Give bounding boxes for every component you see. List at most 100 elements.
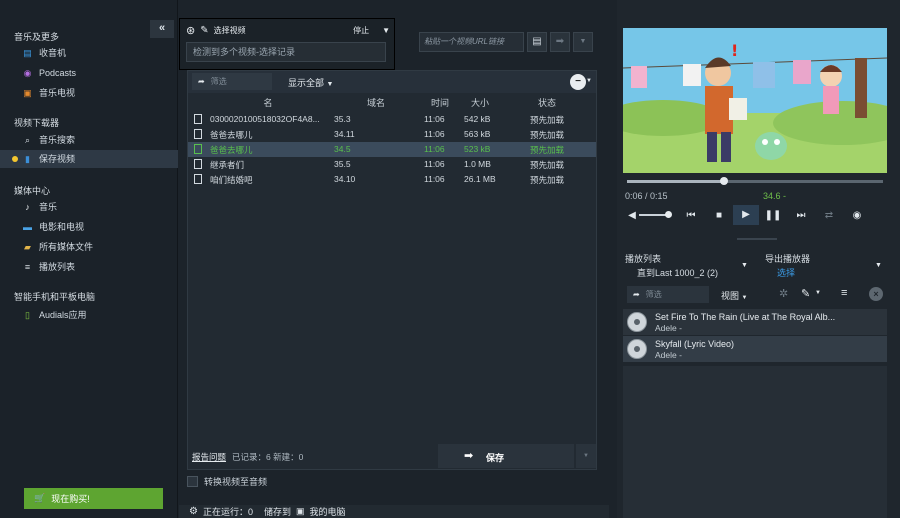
play-button[interactable]: ▶ <box>733 205 759 225</box>
show-all-dropdown[interactable]: 显示全部 ▼ <box>288 76 333 89</box>
convert-checkbox[interactable] <box>187 476 198 487</box>
eye-icon[interactable]: ◉ <box>843 210 871 221</box>
search-icon: ⌕ <box>24 135 31 145</box>
playlist-icon: ≡ <box>24 262 31 272</box>
row-name: 爸爸去哪儿 <box>210 145 253 155</box>
detected-videos-text[interactable]: 检测到多个视频-选择记录 <box>186 42 386 62</box>
pause-icon[interactable]: ❚❚ <box>759 210 787 221</box>
pc-label[interactable]: 我的电脑 <box>310 505 346 518</box>
section-video-title: 视频下载器 <box>14 118 60 128</box>
video-url-input[interactable]: 粘贴一个视频URL链接 <box>419 32 524 52</box>
save-options-button[interactable]: ▼ <box>576 444 596 468</box>
convert-option[interactable]: 转换视频至音频 <box>187 475 267 488</box>
row-status: 预先加载 <box>530 175 565 185</box>
divider-handle[interactable] <box>737 238 777 240</box>
row-time: 11:06 <box>424 129 445 139</box>
column-header-size[interactable]: 大小 <box>460 96 500 110</box>
filter-placeholder: 筛选 <box>210 77 227 86</box>
sidebar-item-music-tv[interactable]: ▣ 音乐电视 <box>22 84 75 102</box>
edit-icon[interactable]: ✎ <box>801 287 810 300</box>
browser-icon: ⊛ <box>186 24 196 37</box>
playlist-header: 播放列表 直到Last 1000_2 (2) ▼ 导出播放器 选择 ▼ <box>623 250 887 280</box>
tv-icon: ▬ <box>23 222 32 232</box>
seek-bar[interactable] <box>627 177 883 185</box>
close-icon[interactable]: × <box>869 287 883 301</box>
section-media-title: 媒体中心 <box>14 186 51 196</box>
row-size: 542 kB <box>464 114 491 124</box>
paste-button[interactable]: ▤ <box>527 32 547 52</box>
record-stats: 已记录：6 新建：0 <box>232 452 304 462</box>
file-icon <box>194 159 202 169</box>
column-header-time[interactable]: 时间 <box>422 96 458 110</box>
report-problem-link[interactable]: 报告问题 <box>192 451 226 463</box>
volume-icon[interactable]: ◀ <box>625 210 639 221</box>
table-row-selected[interactable]: 爸爸去哪儿 34.5 11:06 523 kB 预先加载 <box>188 142 596 157</box>
buy-now-button[interactable]: 🛒 现在购买! <box>24 488 163 509</box>
chevron-down-icon[interactable]: ▼ <box>875 262 882 269</box>
row-name: 继承者们 <box>210 160 245 170</box>
remove-button[interactable]: − <box>570 74 586 90</box>
queue-icon[interactable]: ≡ <box>841 287 847 299</box>
list-filter-input[interactable]: ➦ 筛选 <box>192 73 272 90</box>
chevron-down-icon[interactable]: ▼ <box>815 290 821 296</box>
go-button[interactable]: ➡ <box>550 32 570 52</box>
video-file-icon: ▮ <box>25 154 30 164</box>
volume-slider[interactable] <box>639 211 672 218</box>
player-panel: ! 0:06 / 0:15 34.6 - ◀ ⏮ ■ ▶ ❚❚ ⏭ ⇄ ◉ 播放… <box>617 0 900 518</box>
chevron-down-icon: ▼ <box>579 38 587 45</box>
collapse-sidebar-button[interactable]: « <box>150 20 174 38</box>
playlist-item[interactable]: Set Fire To The Rain (Live at The Royal … <box>623 309 887 335</box>
stop-button[interactable]: 停止 <box>353 25 369 36</box>
sparkle-icon[interactable]: ✲ <box>779 287 788 300</box>
view-dropdown[interactable]: 视图 ▼ <box>721 289 747 302</box>
shuffle-icon[interactable]: ⇄ <box>815 210 843 221</box>
table-row[interactable]: 咱们结婚吧 34.10 11:06 26.1 MB 预先加载 <box>188 172 596 187</box>
export-select[interactable]: 选择 <box>777 266 795 279</box>
playlist-filter-input[interactable]: ➦ 筛选 <box>627 286 709 303</box>
volume-handle[interactable] <box>665 211 672 218</box>
sidebar-item-movies-tv[interactable]: ▬ 电影和电视 <box>22 218 84 236</box>
chevron-down-icon[interactable]: ▼ <box>586 78 592 84</box>
stop-icon[interactable]: ■ <box>705 210 733 221</box>
player-controls: ◀ ⏮ ■ ▶ ❚❚ ⏭ ⇄ ◉ <box>625 205 887 225</box>
row-time: 11:06 <box>424 159 445 169</box>
svg-text:!: ! <box>731 41 738 60</box>
sidebar-item-label: 音乐 <box>39 202 58 212</box>
column-header-status[interactable]: 状态 <box>522 96 572 110</box>
row-domain: 34.11 <box>334 129 355 139</box>
sidebar-item-label: Audials应用 <box>39 310 87 320</box>
video-preview[interactable]: ! <box>623 28 887 173</box>
sidebar-item-radio[interactable]: ▤ 收音机 <box>22 44 66 62</box>
sidebar-item-podcasts[interactable]: ◉ Podcasts <box>22 64 76 82</box>
next-icon[interactable]: ⏭ <box>787 210 815 221</box>
column-header-name[interactable]: 名 <box>228 96 308 110</box>
playlist-item[interactable]: Skyfall (Lyric Video) Adele - <box>623 336 887 362</box>
storage-label: 储存到 <box>263 507 291 517</box>
chevron-down-icon[interactable]: ▼ <box>382 26 390 35</box>
row-status: 预先加载 <box>530 115 565 125</box>
clipboard-icon: ▤ <box>532 36 542 47</box>
sidebar-item-playlists[interactable]: ≡ 播放列表 <box>22 258 75 276</box>
save-button[interactable]: ➡ 保存 <box>438 444 574 468</box>
table-row[interactable]: 0300020100518032OF4A8... 35.3 11:06 542 … <box>188 112 596 127</box>
filter-placeholder: 筛选 <box>645 290 662 299</box>
seek-handle[interactable] <box>720 177 729 185</box>
sidebar-item-music-search[interactable]: ⌕ 音乐搜索 <box>22 131 75 149</box>
link-options-button[interactable]: ▼ <box>573 32 593 52</box>
sidebar-item-all-media[interactable]: ▰ 所有媒体文件 <box>22 238 93 256</box>
sidebar-item-music[interactable]: ♪ 音乐 <box>22 198 57 216</box>
detected-videos-dropdown[interactable]: ⊛ ✎ 选择视频 停止 ▼ 检测到多个视频-选择记录 <box>179 18 395 70</box>
table-row[interactable]: 继承者们 35.5 11:06 1.0 MB 预先加载 <box>188 157 596 172</box>
playlist-empty-area <box>623 366 887 518</box>
previous-icon[interactable]: ⏮ <box>677 210 705 221</box>
table-row[interactable]: 爸爸去哪儿 34.11 11:06 563 kB 预先加载 <box>188 127 596 142</box>
select-video-label[interactable]: 选择视频 <box>214 25 246 36</box>
sidebar-item-label: 所有媒体文件 <box>39 242 94 252</box>
chevron-down-icon[interactable]: ▼ <box>741 262 748 269</box>
cartoon-frame-image: ! <box>623 28 887 173</box>
column-header-domain[interactable]: 域名 <box>356 96 396 110</box>
sidebar-item-save-video[interactable]: ▮ 保存视频 <box>0 150 178 168</box>
sidebar-item-audials-app[interactable]: ▯ Audials应用 <box>22 306 87 324</box>
playlist-name-dropdown[interactable]: 直到Last 1000_2 (2) <box>637 266 718 279</box>
seek-progress <box>627 180 725 183</box>
